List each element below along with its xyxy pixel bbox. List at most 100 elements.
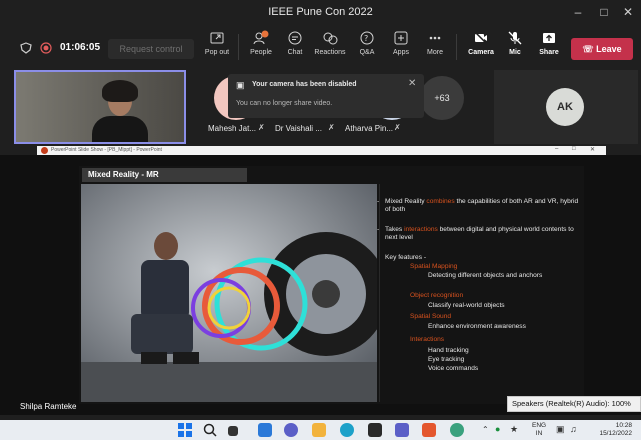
feature-detail: Hand tracking bbox=[428, 347, 469, 354]
presenter-name: Shilpa Ramteke bbox=[20, 402, 77, 411]
notification-body: You can no longer share video. bbox=[236, 100, 333, 107]
close-icon[interactable]: ✕ bbox=[408, 78, 416, 89]
mic-tray-icon[interactable]: ★ bbox=[510, 424, 518, 435]
more-icon bbox=[429, 36, 441, 40]
store-icon[interactable] bbox=[368, 423, 382, 437]
avatar: AK bbox=[546, 88, 584, 126]
reactions-button[interactable]: Reactions bbox=[313, 30, 347, 56]
more-button[interactable]: More bbox=[418, 30, 452, 56]
language-code: ENG bbox=[532, 422, 547, 429]
mic-label: Mic bbox=[509, 49, 521, 56]
tray-icon[interactable]: ● bbox=[495, 424, 500, 434]
chat-button[interactable]: Chat bbox=[278, 30, 312, 56]
feature-heading: Spatial Mapping bbox=[410, 263, 458, 270]
file-explorer-icon[interactable] bbox=[312, 423, 326, 437]
participant-body bbox=[92, 116, 148, 142]
language-indicator[interactable]: ENG IN bbox=[532, 422, 546, 438]
bullet-text: - Takes interactions between digital and… bbox=[377, 226, 580, 242]
camera-disabled-notification: ▣ Your camera has been disabled You can … bbox=[228, 74, 424, 118]
mic-off-icon: ✗ bbox=[394, 123, 401, 132]
bullet-text: Takes bbox=[385, 226, 405, 233]
minimize-icon: – bbox=[555, 146, 559, 152]
meeting-timer: 01:06:05 bbox=[60, 42, 101, 53]
participant-hair bbox=[102, 80, 138, 102]
camera-off-icon bbox=[474, 31, 488, 45]
chat-label: Chat bbox=[287, 49, 303, 56]
participants-overflow[interactable]: +63 bbox=[420, 76, 464, 120]
clock-time: 10:28 bbox=[615, 422, 632, 429]
leave-label: Leave bbox=[596, 44, 622, 54]
app-icon[interactable] bbox=[450, 423, 464, 437]
share-button[interactable]: Share bbox=[532, 30, 566, 56]
powerpoint-icon bbox=[41, 147, 48, 154]
chat-icon bbox=[288, 31, 302, 45]
speaker-icon[interactable]: ♫ bbox=[570, 424, 577, 434]
popout-icon bbox=[210, 32, 224, 44]
teams-chat-icon[interactable] bbox=[284, 423, 298, 437]
teams-icon[interactable] bbox=[395, 423, 409, 437]
camera-label: Camera bbox=[468, 49, 494, 56]
window-title: IEEE Pune Con 2022 bbox=[268, 6, 373, 18]
minimize-icon[interactable]: – bbox=[568, 4, 588, 20]
mic-off-icon: ✗ bbox=[258, 123, 265, 132]
feature-detail: Enhance environment awareness bbox=[428, 323, 526, 330]
shield-icon bbox=[20, 42, 32, 54]
reactions-icon bbox=[323, 32, 338, 45]
share-label: Share bbox=[539, 49, 559, 56]
leave-button[interactable]: ☏ Leave bbox=[571, 38, 633, 60]
participant-tile-ak[interactable]: AK bbox=[494, 70, 638, 144]
widgets-icon[interactable] bbox=[258, 423, 272, 437]
people-icon bbox=[253, 30, 269, 45]
speakers-tooltip: Speakers (Realtek(R) Audio): 100% bbox=[507, 396, 641, 412]
mic-button[interactable]: Mic bbox=[498, 30, 532, 56]
close-icon[interactable]: ✕ bbox=[618, 4, 638, 20]
bullet-marker: - bbox=[377, 198, 380, 205]
qa-icon: ? bbox=[360, 31, 374, 45]
popout-label: Pop out bbox=[204, 49, 230, 56]
feature-detail: Classify real-world objects bbox=[428, 302, 505, 309]
more-label: More bbox=[427, 49, 443, 56]
clock-date: 15/12/2022 bbox=[599, 430, 632, 437]
edge-icon[interactable] bbox=[340, 423, 354, 437]
reactions-label: Reactions bbox=[314, 49, 346, 56]
maximize-icon: □ bbox=[572, 146, 576, 152]
divider bbox=[379, 184, 380, 402]
participant-name: Dr Vaishali ... bbox=[275, 124, 322, 133]
maximize-icon[interactable]: □ bbox=[594, 4, 614, 20]
feature-heading: Object recognition bbox=[410, 292, 464, 299]
notification-title: Your camera has been disabled bbox=[252, 81, 357, 88]
camera-button[interactable]: Camera bbox=[464, 30, 498, 56]
participant-name: Mahesh Jat... bbox=[208, 124, 257, 133]
chevron-up-icon[interactable]: ⌃ bbox=[482, 425, 489, 434]
people-button[interactable]: People bbox=[244, 30, 278, 56]
feature-heading: Spatial Sound bbox=[410, 313, 452, 320]
participant-name: Atharva Pin... bbox=[345, 124, 394, 133]
phone-hangup-icon: ☏ bbox=[582, 44, 594, 54]
clock[interactable]: 10:28 15/12/2022 bbox=[592, 422, 632, 438]
mixed-reality-image bbox=[81, 184, 377, 402]
toolbar-divider bbox=[238, 34, 239, 60]
wifi-icon[interactable]: ▣ bbox=[556, 424, 565, 435]
powerpoint-taskbar-icon[interactable] bbox=[422, 423, 436, 437]
apps-button[interactable]: Apps bbox=[384, 30, 418, 56]
slide-title: Mixed Reality - MR bbox=[82, 168, 247, 182]
search-icon[interactable] bbox=[203, 423, 217, 437]
key-features-label: Key features - bbox=[385, 254, 427, 261]
highlight-text: combines bbox=[426, 198, 455, 205]
svg-text:?: ? bbox=[364, 34, 368, 43]
mic-off-icon bbox=[508, 31, 522, 45]
bullet-text: - Mixed Reality combines the capabilitie… bbox=[377, 198, 580, 214]
feature-detail: Detecting different objects and anchors bbox=[428, 272, 543, 279]
windows-start-icon[interactable] bbox=[178, 423, 192, 437]
highlight-text: interactions bbox=[404, 226, 438, 233]
popout-button[interactable]: Pop out bbox=[200, 30, 234, 56]
ppt-window-title: PowerPoint Slide Show - [PB_Mlppt] - Pow… bbox=[51, 147, 162, 153]
request-control-button[interactable]: Request control bbox=[108, 39, 194, 59]
task-view-icon[interactable] bbox=[228, 426, 238, 436]
qa-label: Q&A bbox=[359, 49, 375, 56]
self-video-tile[interactable] bbox=[14, 70, 186, 144]
qa-button[interactable]: ? Q&A bbox=[350, 30, 384, 56]
toolbar-divider bbox=[456, 34, 457, 60]
feature-detail: Eye tracking bbox=[428, 356, 465, 363]
recording-icon bbox=[40, 42, 52, 54]
